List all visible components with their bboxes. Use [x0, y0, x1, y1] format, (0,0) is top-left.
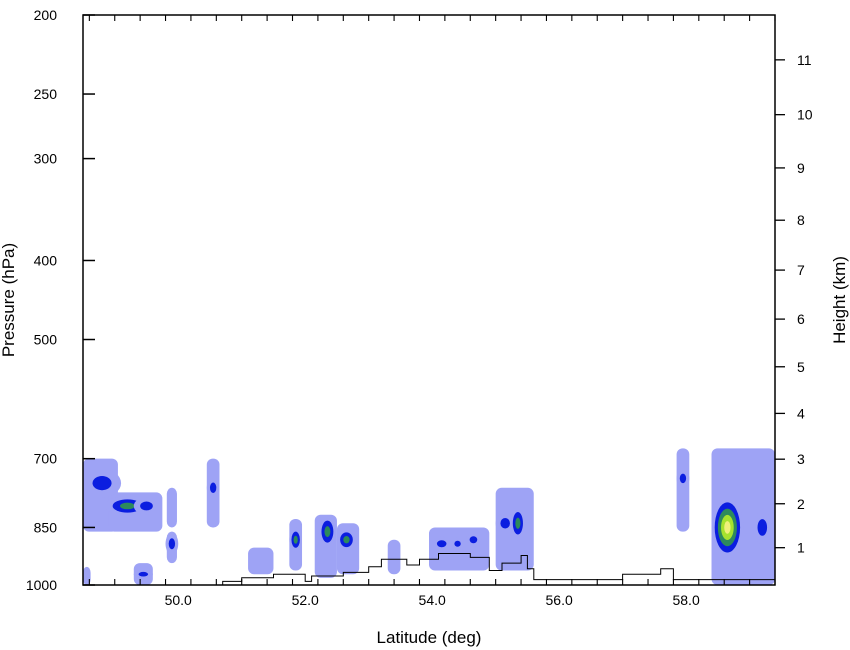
right-axis-title: Height (km) — [830, 256, 849, 344]
left-tick-label: 400 — [34, 252, 58, 268]
contour-layer — [83, 448, 775, 585]
contour-cell — [138, 571, 149, 577]
x-tick-label: 52.0 — [292, 592, 319, 608]
left-tick-label: 700 — [34, 451, 58, 467]
contour-cell — [500, 517, 510, 529]
contour-cell — [168, 538, 176, 550]
left-tick-label: 250 — [34, 86, 58, 102]
contour-cell — [120, 502, 135, 510]
contour-cell — [293, 535, 298, 544]
contour-region — [676, 448, 690, 532]
right-tick-label: 4 — [797, 405, 805, 421]
contour-cell — [140, 501, 153, 511]
left-axis-title: Pressure (hPa) — [0, 243, 18, 357]
right-tick-label: 10 — [797, 107, 813, 123]
contour-region — [387, 539, 401, 575]
contour-cell — [454, 540, 461, 547]
right-tick-label: 5 — [797, 359, 805, 375]
plot-frame — [82, 14, 776, 586]
x-tick-label: 58.0 — [672, 592, 699, 608]
contour-cell — [724, 521, 731, 534]
contour-cell — [757, 519, 768, 536]
right-tick-label: 11 — [797, 52, 812, 68]
x-tick-label: 54.0 — [419, 592, 446, 608]
contour-cell — [515, 517, 521, 529]
contour-cell — [679, 473, 687, 484]
right-tick-label: 7 — [797, 262, 805, 278]
contour-cell — [324, 526, 331, 538]
right-tick-label: 2 — [797, 496, 805, 512]
contour-cell — [436, 540, 447, 548]
right-tick-label: 9 — [797, 160, 805, 176]
chart: 50.0 52.0 54.0 56.0 58.020025030040050070085… — [0, 7, 849, 647]
contour-region — [166, 487, 177, 528]
contour-region — [248, 547, 274, 575]
contour-cell — [209, 482, 217, 494]
left-tick-label: 500 — [34, 332, 58, 348]
x-tick-label: 56.0 — [546, 592, 573, 608]
left-tick-label: 300 — [34, 151, 58, 167]
contour-cell — [92, 476, 112, 491]
left-tick-label: 200 — [34, 7, 58, 23]
right-tick-label: 3 — [797, 451, 805, 467]
left-tick-label: 1000 — [26, 577, 57, 593]
x-tick-label: 50.0 — [165, 592, 192, 608]
x-axis-title: Latitude (deg) — [377, 628, 482, 647]
left-tick-label: 850 — [34, 519, 58, 535]
right-tick-label: 1 — [797, 540, 805, 556]
right-tick-label: 6 — [797, 311, 805, 327]
right-tick-label: 8 — [797, 212, 805, 228]
contour-cell — [343, 536, 350, 544]
contour-cell — [469, 536, 478, 544]
